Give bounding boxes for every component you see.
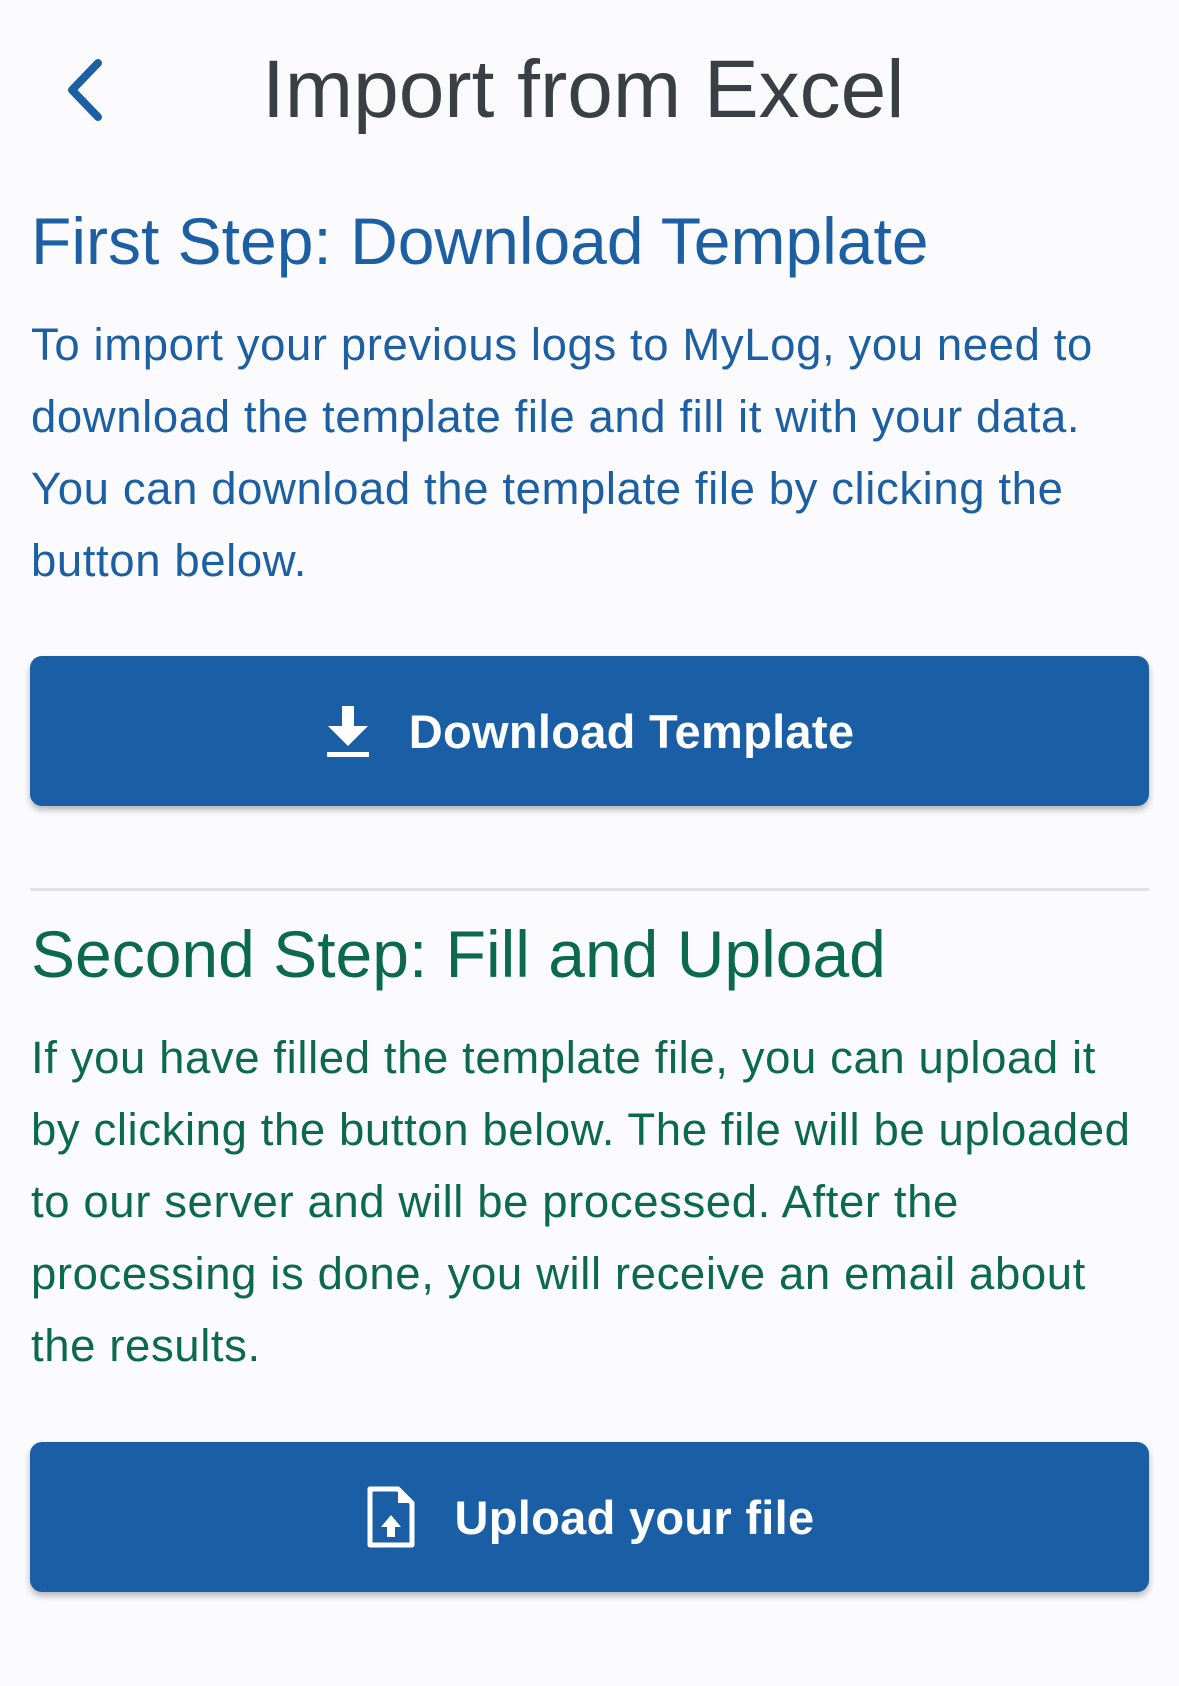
back-button[interactable] <box>52 52 116 128</box>
file-upload-icon <box>365 1485 417 1549</box>
header: Import from Excel <box>0 0 1179 185</box>
step2-heading: Second Step: Fill and Upload <box>31 917 886 991</box>
chevron-left-icon <box>68 59 102 121</box>
upload-file-button[interactable]: Upload your file <box>30 1442 1149 1592</box>
download-template-button[interactable]: Download Template <box>30 656 1149 806</box>
step1-heading: First Step: Download Template <box>31 204 929 278</box>
download-template-label: Download Template <box>408 704 855 758</box>
upload-file-label: Upload your file <box>454 1490 815 1544</box>
step2-description: If you have filled the template file, yo… <box>31 1032 1131 1371</box>
page-title: Import from Excel <box>262 44 905 135</box>
step1-description: To import your previous logs to MyLog, y… <box>31 319 1093 586</box>
download-icon <box>325 704 371 758</box>
section-divider <box>30 888 1149 891</box>
